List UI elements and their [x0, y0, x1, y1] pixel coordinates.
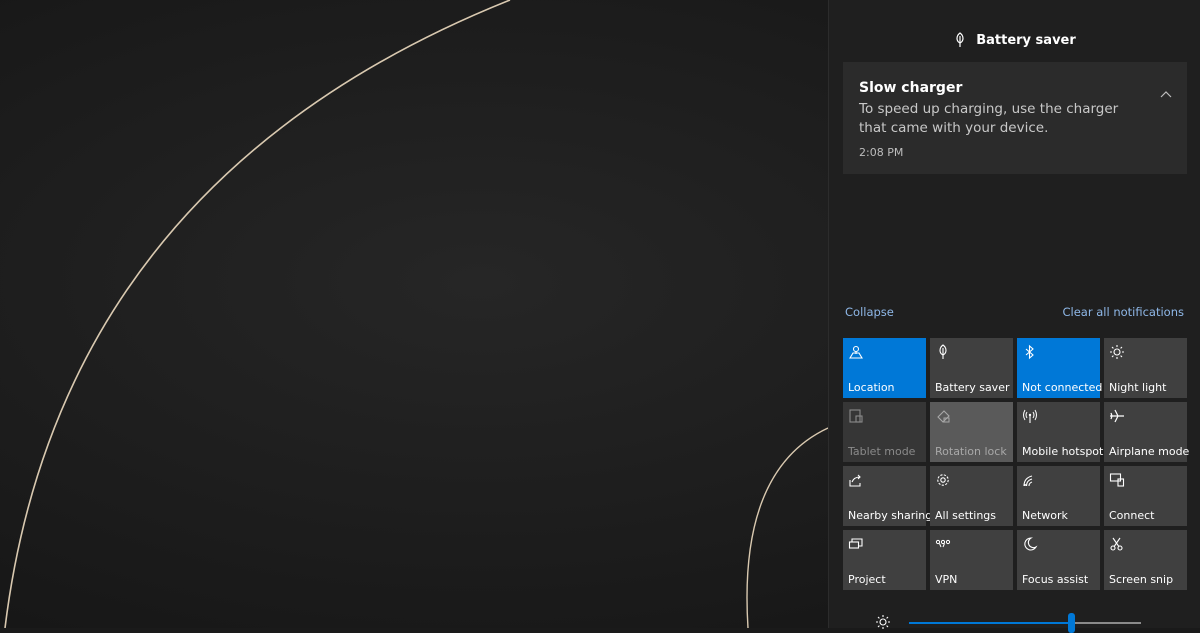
- tile-connect[interactable]: Connect: [1104, 466, 1187, 526]
- rotation-lock-icon: [937, 410, 950, 423]
- tile-label: Project: [848, 573, 886, 586]
- tile-location[interactable]: Location: [843, 338, 926, 398]
- location-icon: [849, 345, 863, 359]
- tile-bluetooth[interactable]: Not connected: [1017, 338, 1103, 398]
- tile-label: VPN: [935, 573, 958, 586]
- vpn-icon: [935, 539, 951, 548]
- mobile-hotspot-icon: [1023, 409, 1037, 423]
- gear-icon: [937, 474, 949, 486]
- screen-snip-icon: [1110, 537, 1123, 551]
- tile-all-settings[interactable]: All settings: [930, 466, 1013, 526]
- network-icon: [1023, 475, 1033, 487]
- chevron-up-icon[interactable]: [1159, 88, 1173, 102]
- tile-mobile-hotspot[interactable]: Mobile hotspot: [1017, 402, 1104, 462]
- tile-focus-assist[interactable]: Focus assist: [1017, 530, 1100, 590]
- project-icon: [848, 538, 863, 549]
- tile-screen-snip[interactable]: Screen snip: [1104, 530, 1187, 590]
- tile-project[interactable]: Project: [843, 530, 926, 590]
- tile-label: All settings: [935, 509, 996, 522]
- tile-battery-saver[interactable]: Battery saver: [930, 338, 1013, 398]
- tile-label: Connect: [1109, 509, 1155, 522]
- tile-label: Location: [848, 381, 895, 394]
- notification-body: To speed up charging, use the charger th…: [859, 101, 1119, 136]
- tile-label: Network: [1022, 509, 1068, 522]
- bluetooth-icon: [1025, 344, 1034, 360]
- tile-rotation-lock[interactable]: Rotation lock: [930, 402, 1013, 462]
- brightness-slider[interactable]: [843, 608, 1187, 633]
- tile-label: Nearby sharing: [848, 509, 933, 522]
- tile-label: Airplane mode: [1109, 445, 1190, 458]
- airplane-icon: [1110, 409, 1124, 423]
- battery-saver-icon: [956, 32, 964, 47]
- tile-night-light[interactable]: Night light: [1104, 338, 1187, 398]
- tile-label: Battery saver: [935, 381, 1010, 394]
- tile-airplane-mode[interactable]: Airplane mode: [1104, 402, 1190, 462]
- quick-actions-grid: Location Battery saver Not connected Nig…: [843, 338, 1190, 590]
- tile-label: Screen snip: [1109, 573, 1174, 586]
- tile-nearby-sharing[interactable]: Nearby sharing: [843, 466, 932, 526]
- brightness-fill: [909, 622, 1072, 624]
- tile-label: Night light: [1109, 381, 1167, 394]
- tile-label: Not connected: [1022, 381, 1103, 394]
- tile-label: Tablet mode: [848, 445, 916, 458]
- tile-network[interactable]: Network: [1017, 466, 1100, 526]
- tile-label: Focus assist: [1022, 573, 1089, 586]
- action-center-panel: Battery saver Slow charger To speed up c…: [828, 0, 1200, 633]
- notification-title: Slow charger: [859, 80, 963, 96]
- brightness-thumb[interactable]: [1068, 613, 1076, 633]
- notification-time: 2:08 PM: [859, 146, 904, 159]
- battery-saver-icon: [939, 344, 947, 359]
- collapse-link[interactable]: Collapse: [845, 305, 894, 319]
- notification-group-title: Battery saver: [976, 32, 1076, 48]
- clear-all-notifications-link[interactable]: Clear all notifications: [1063, 305, 1185, 319]
- tile-vpn[interactable]: VPN: [930, 530, 1013, 590]
- tablet-mode-icon: [849, 409, 863, 423]
- tile-label: Rotation lock: [935, 445, 1007, 458]
- tile-tablet-mode[interactable]: Tablet mode: [843, 402, 926, 462]
- wallpaper-arc-large: [4, 0, 511, 628]
- notification-group-header[interactable]: Battery saver: [829, 26, 1200, 54]
- nearby-sharing-icon: [849, 474, 861, 487]
- notification-card[interactable]: Slow charger To speed up charging, use t…: [843, 62, 1187, 174]
- wallpaper-arc-small: [746, 427, 829, 628]
- connect-icon: [1109, 473, 1125, 487]
- tile-label: Mobile hotspot: [1022, 445, 1104, 458]
- night-light-icon: [1110, 345, 1124, 359]
- moon-icon: [1024, 537, 1038, 551]
